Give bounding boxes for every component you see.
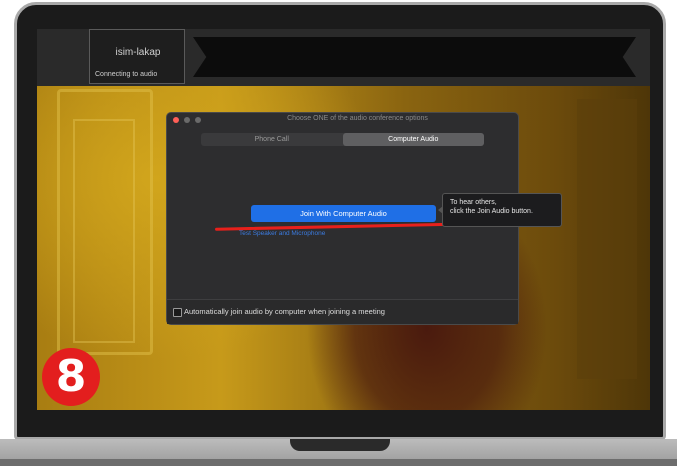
redaction-bar — [193, 37, 636, 77]
participant-strip: isim-lakap Connecting to audio — [37, 29, 650, 86]
tooltip-line-1: To hear others, — [450, 199, 497, 206]
annotation-underline — [214, 222, 479, 231]
audio-mode-tabs: Phone Call Computer Audio — [201, 133, 484, 146]
meeting-screen: isim-lakap Connecting to audio Choose ON… — [37, 29, 650, 410]
minimize-window-button[interactable] — [184, 117, 190, 123]
video-shadow — [577, 99, 637, 379]
dialog-footer: Automatically join audio by computer whe… — [167, 299, 518, 324]
auto-join-checkbox[interactable] — [173, 308, 182, 317]
zoom-window-button[interactable] — [195, 117, 201, 123]
participant-status: Connecting to audio — [95, 71, 158, 78]
join-audio-tooltip: To hear others, click the Join Audio but… — [438, 193, 562, 227]
tab-computer-audio[interactable]: Computer Audio — [342, 133, 484, 146]
participant-tile[interactable]: isim-lakap Connecting to audio — [89, 29, 185, 84]
tab-phone-call[interactable]: Phone Call — [201, 133, 343, 146]
auto-join-label[interactable]: Automatically join audio by computer whe… — [184, 307, 385, 316]
step-number-badge: 8 — [42, 348, 100, 406]
close-window-button[interactable] — [173, 117, 179, 123]
laptop-notch — [290, 439, 390, 451]
participant-name: isim-lakap — [115, 47, 161, 58]
laptop-foot — [0, 459, 677, 466]
audio-options-dialog: Choose ONE of the audio conference optio… — [166, 112, 562, 325]
join-computer-audio-button[interactable]: Join With Computer Audio — [251, 205, 436, 222]
laptop-base — [0, 439, 677, 466]
dialog-title: Choose ONE of the audio conference optio… — [287, 115, 428, 122]
dialog-titlebar: Choose ONE of the audio conference optio… — [167, 113, 518, 126]
video-door-inner — [73, 119, 135, 343]
test-speaker-microphone-link[interactable]: Test Speaker and Microphone — [239, 230, 325, 237]
tooltip-line-2: click the Join Audio button. — [450, 208, 533, 215]
